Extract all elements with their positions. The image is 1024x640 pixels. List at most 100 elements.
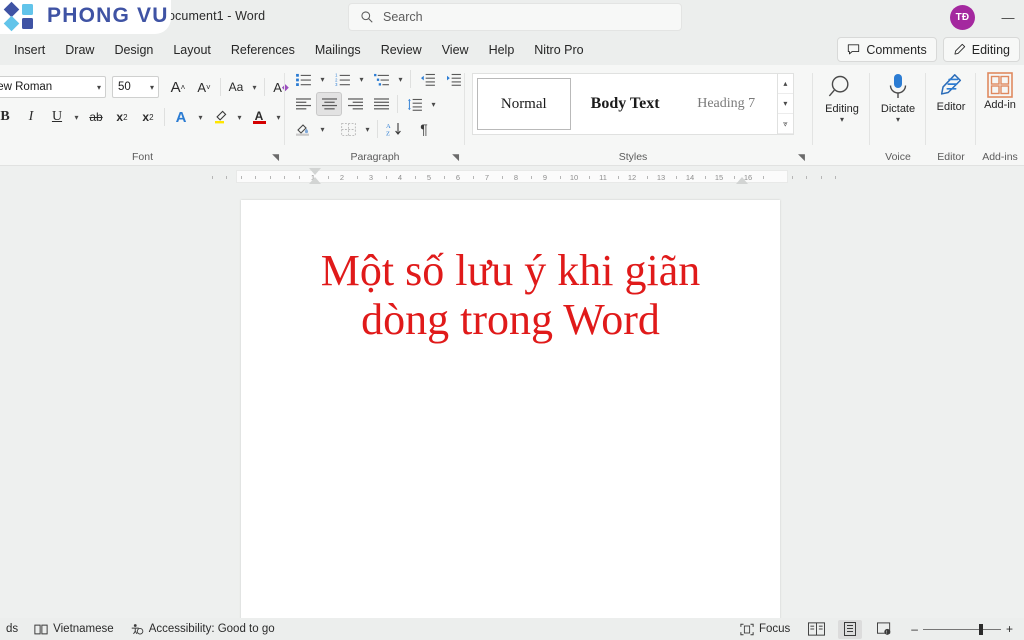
- numbered-list-caret[interactable]: ▾: [355, 67, 368, 91]
- font-color-button[interactable]: A: [246, 105, 272, 129]
- zoom-slider[interactable]: – +: [906, 622, 1018, 636]
- zoom-in-button[interactable]: +: [1001, 622, 1018, 636]
- bullet-list-caret[interactable]: ▾: [316, 67, 329, 91]
- chevron-down-icon[interactable]: ▾: [840, 116, 844, 124]
- horizontal-ruler[interactable]: 1 2 3 4 5 6 7 8 9 10 11 12 13 14 15 16: [0, 166, 1024, 186]
- shrink-font-label: A: [197, 79, 206, 95]
- clear-formatting-label: A: [273, 79, 282, 95]
- zoom-out-button[interactable]: –: [906, 622, 923, 636]
- line-spacing-caret[interactable]: ▾: [427, 92, 440, 116]
- superscript-button[interactable]: x2: [135, 105, 161, 129]
- zoom-track[interactable]: [922, 623, 1001, 635]
- right-indent-marker[interactable]: [736, 177, 748, 184]
- document-heading[interactable]: Một số lưu ý khi giãn dòng trong Word: [241, 246, 780, 345]
- tab-mailings[interactable]: Mailings: [305, 39, 371, 61]
- line-spacing-button[interactable]: [401, 92, 427, 116]
- align-right-button[interactable]: [342, 92, 368, 116]
- editing-button-label: Editing: [825, 103, 859, 115]
- shrink-font-button[interactable]: A ˅: [191, 75, 217, 99]
- borders-caret[interactable]: ▾: [361, 117, 374, 141]
- styles-scroll-down-icon[interactable]: ▾: [777, 94, 794, 114]
- styles-scroll-up-icon[interactable]: ▴: [777, 74, 794, 94]
- minimize-button[interactable]: —: [995, 5, 1021, 29]
- editing-button[interactable]: Editing ▾: [814, 65, 870, 124]
- tab-draw[interactable]: Draw: [55, 39, 104, 61]
- styles-scrollbar[interactable]: ▴ ▾ ⩔: [776, 74, 794, 134]
- style-heading-7[interactable]: Heading 7: [676, 74, 777, 134]
- subscript-button[interactable]: x2: [109, 105, 135, 129]
- text-effects-caret[interactable]: ▾: [194, 105, 207, 129]
- bold-button[interactable]: B: [0, 105, 18, 129]
- ruler-number: 15: [714, 173, 724, 182]
- ruler-number: 8: [513, 173, 519, 182]
- style-body-text[interactable]: Body Text: [575, 74, 676, 134]
- decrease-indent-button[interactable]: [414, 67, 440, 91]
- increase-indent-button[interactable]: [440, 67, 466, 91]
- multilevel-list-button[interactable]: [368, 67, 394, 91]
- comments-button[interactable]: Comments: [837, 37, 937, 62]
- document-canvas[interactable]: Một số lưu ý khi giãn dòng trong Word: [0, 186, 1024, 618]
- search-input[interactable]: Search: [348, 3, 682, 31]
- borders-button[interactable]: [335, 117, 361, 141]
- tab-view[interactable]: View: [432, 39, 479, 61]
- styles-gallery[interactable]: Normal Body Text Heading 7 ▴ ▾ ⩔: [472, 73, 794, 135]
- text-highlight-button[interactable]: [207, 105, 233, 129]
- styles-more-icon[interactable]: ⩔: [777, 114, 794, 134]
- multilevel-list-caret[interactable]: ▾: [394, 67, 407, 91]
- numbered-list-button[interactable]: 123: [329, 67, 355, 91]
- paragraph-dialog-launcher[interactable]: ◥: [452, 152, 459, 163]
- text-effects-button[interactable]: A: [168, 105, 194, 129]
- font-name-combo[interactable]: mes New Roman ▾: [0, 76, 106, 98]
- italic-button[interactable]: I: [18, 105, 44, 129]
- grow-font-button[interactable]: A ˄: [165, 75, 191, 99]
- addins-button[interactable]: Add-in: [976, 65, 1024, 111]
- tab-layout[interactable]: Layout: [163, 39, 221, 61]
- change-case-button[interactable]: Aa: [224, 75, 248, 99]
- shading-caret[interactable]: ▾: [316, 117, 329, 141]
- avatar-initials: TĐ: [955, 12, 970, 23]
- word-count[interactable]: ds: [6, 623, 18, 635]
- focus-button[interactable]: Focus: [740, 623, 790, 636]
- justify-button[interactable]: [368, 92, 394, 116]
- font-color-swatch: [252, 120, 266, 124]
- chevron-down-icon[interactable]: ▾: [896, 116, 900, 124]
- accessibility-status[interactable]: Accessibility: Good to go: [130, 623, 275, 636]
- strikethrough-button[interactable]: ab: [83, 105, 109, 129]
- tab-insert[interactable]: Insert: [4, 39, 55, 61]
- underline-caret[interactable]: ▾: [70, 105, 83, 129]
- align-left-button[interactable]: [290, 92, 316, 116]
- editing-mode-button[interactable]: Editing: [942, 37, 1020, 62]
- font-dialog-launcher[interactable]: ◥: [272, 152, 279, 163]
- svg-text:3: 3: [335, 82, 338, 86]
- editor-button[interactable]: Editor: [926, 65, 976, 113]
- tab-references[interactable]: References: [221, 39, 305, 61]
- avatar[interactable]: TĐ: [950, 5, 975, 30]
- zoom-thumb[interactable]: [978, 623, 983, 635]
- change-case-caret[interactable]: ▾: [248, 75, 261, 99]
- tab-nitro-pro[interactable]: Nitro Pro: [524, 39, 593, 61]
- read-mode-button[interactable]: [804, 620, 828, 639]
- document-page[interactable]: Một số lưu ý khi giãn dòng trong Word: [241, 200, 780, 618]
- highlight-caret[interactable]: ▾: [233, 105, 246, 129]
- tab-help[interactable]: Help: [479, 39, 525, 61]
- hanging-indent-marker[interactable]: [309, 177, 321, 184]
- ruler-number: 6: [455, 173, 461, 182]
- shading-button[interactable]: [290, 117, 316, 141]
- sort-button[interactable]: AZ: [381, 117, 407, 141]
- bullet-list-button[interactable]: [290, 67, 316, 91]
- web-layout-button[interactable]: !: [872, 620, 896, 639]
- styles-dialog-launcher[interactable]: ◥: [798, 152, 805, 163]
- show-formatting-marks-button[interactable]: ¶: [411, 117, 437, 141]
- tab-review[interactable]: Review: [371, 39, 432, 61]
- first-line-indent-marker[interactable]: [309, 168, 321, 175]
- align-center-button[interactable]: [316, 92, 342, 116]
- dictate-button[interactable]: Dictate ▾: [870, 65, 926, 124]
- print-layout-button[interactable]: [838, 619, 863, 639]
- tab-design[interactable]: Design: [104, 39, 163, 61]
- underline-button[interactable]: U: [44, 105, 70, 129]
- subscript-index: 2: [123, 112, 128, 122]
- font-size-combo[interactable]: 50 ▾: [112, 76, 159, 98]
- style-normal[interactable]: Normal: [477, 78, 571, 130]
- language-indicator[interactable]: Vietnamese: [34, 623, 114, 636]
- ruler-tick: [820, 176, 822, 179]
